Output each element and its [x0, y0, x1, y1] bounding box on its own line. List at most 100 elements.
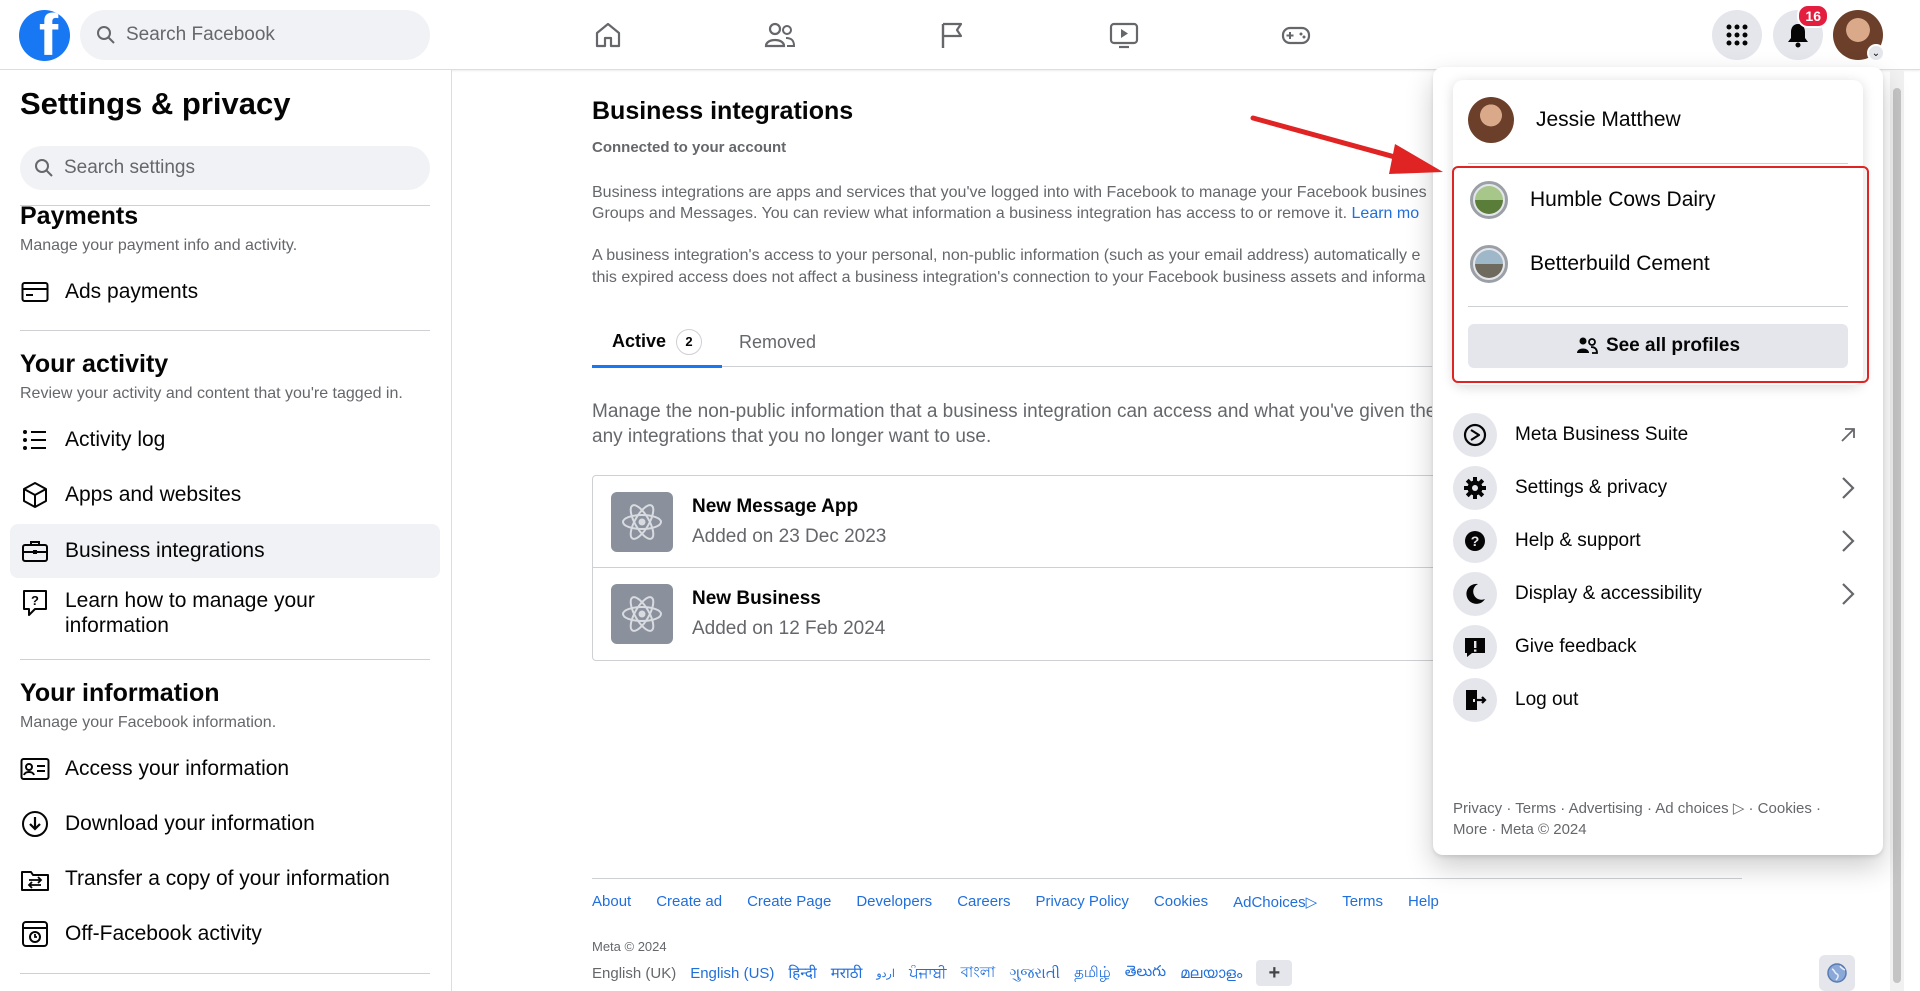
red-arrow-annotation [1250, 115, 1443, 174]
language-link[interactable]: தமிழ் [1074, 964, 1111, 983]
add-language-button[interactable]: + [1256, 960, 1293, 986]
chevron-right-icon [1837, 581, 1859, 607]
footer-link-careers[interactable]: Careers [957, 893, 1010, 911]
account-avatar-button[interactable]: ⌄ [1833, 10, 1885, 62]
home-icon [595, 22, 621, 48]
divider [20, 330, 430, 331]
menu-item-log-out[interactable]: Log out [1453, 672, 1863, 728]
atom-icon [611, 584, 673, 644]
menu-item-label: Settings & privacy [1515, 477, 1668, 498]
nav-friends-button[interactable] [758, 14, 802, 56]
learn-more-link[interactable]: Learn mo [1352, 205, 1420, 222]
current-language: English (UK) [592, 964, 677, 982]
sidebar-item-activity-log[interactable]: Activity log [10, 413, 440, 467]
nav-video-button[interactable] [1102, 14, 1146, 56]
page-title: Business integrations [592, 97, 854, 125]
integrations-description: Manage the non-public information that a… [592, 399, 1432, 449]
footer-link-developers[interactable]: Developers [856, 893, 932, 911]
sidebar-item-label: Apps and websites [65, 483, 242, 506]
language-link[interactable]: اردو [876, 967, 895, 980]
sidebar-item-off-facebook-activity[interactable]: Off-Facebook activity [10, 907, 440, 961]
search-settings-input[interactable] [64, 157, 404, 179]
flag-icon [941, 22, 963, 48]
menu-item-meta-business-suite[interactable]: Meta Business Suite [1453, 407, 1863, 463]
access-paragraph-line-1: A business integration's access to your … [592, 247, 1421, 264]
language-link[interactable]: తెలుగు [1125, 963, 1166, 984]
list-icon [20, 425, 50, 455]
search-icon [35, 159, 53, 177]
tab-label: Active [612, 331, 667, 351]
nav-home-button[interactable] [586, 14, 630, 56]
sidebar-item-learn-manage-info[interactable]: ? Learn how to manage your information [10, 580, 440, 650]
svg-text:?: ? [31, 593, 39, 608]
dropdown-footer-links[interactable]: Privacy · Terms · Advertising · Ad choic… [1453, 798, 1863, 819]
integration-row[interactable]: New Message App Added on 23 Dec 2023 [593, 476, 1436, 568]
footer-link-create-page[interactable]: Create Page [747, 893, 831, 911]
feedback-icon [1453, 625, 1497, 669]
menu-button[interactable] [1712, 10, 1762, 60]
footer-link-help[interactable]: Help [1408, 893, 1439, 911]
language-link[interactable]: ਪੰਜਾਬੀ [909, 965, 947, 982]
menu-item-display-accessibility[interactable]: Display & accessibility [1453, 566, 1863, 622]
footer-link-cookies[interactable]: Cookies [1154, 893, 1208, 911]
section-heading-your-information: Your information [20, 679, 220, 707]
dropdown-footer-more[interactable]: More · Meta © 2024 [1453, 819, 1863, 840]
section-subtitle-payments: Manage your payment info and activity. [20, 237, 298, 254]
sidebar-item-transfer-copy[interactable]: Transfer a copy of your information [10, 852, 440, 906]
atom-icon [611, 491, 673, 552]
integration-name: New Message App [692, 495, 859, 517]
svg-text:?: ? [1471, 533, 1480, 549]
scrollbar-thumb[interactable] [1893, 88, 1901, 983]
menu-item-settings-privacy[interactable]: Settings & privacy [1453, 460, 1863, 516]
footer-link-about[interactable]: About [592, 893, 631, 911]
section-subtitle-your-information: Manage your Facebook information. [20, 714, 277, 731]
question-icon: ? [1453, 519, 1497, 563]
description-line-1: Manage the non-public information that a… [592, 401, 1432, 422]
language-link[interactable]: ગુજરાતી [1009, 965, 1060, 982]
footer-link-privacy-policy[interactable]: Privacy Policy [1036, 893, 1129, 911]
facebook-logo[interactable]: f [19, 10, 70, 61]
tab-removed[interactable]: Removed [739, 318, 816, 366]
id-card-icon [20, 754, 50, 784]
intro-paragraph-text: Groups and Messages. You can review what… [592, 205, 1348, 222]
description-line-2: any integrations that you no longer want… [592, 426, 992, 447]
language-link[interactable]: हिन्दी [788, 963, 816, 983]
sidebar-item-label: Download your information [65, 812, 315, 835]
sidebar-item-download-information[interactable]: Download your information [10, 797, 440, 851]
search-settings-box[interactable] [20, 146, 430, 190]
globe-button[interactable] [1819, 955, 1855, 991]
integration-row[interactable]: New Business Added on 12 Feb 2024 [593, 568, 1436, 660]
language-link[interactable]: മലയാളം [1180, 965, 1242, 982]
menu-item-label: Display & accessibility [1515, 583, 1702, 604]
section-heading-payments: Payments [20, 202, 139, 230]
search-facebook-box[interactable] [80, 10, 430, 60]
notifications-button[interactable]: 16 [1773, 4, 1829, 60]
language-link[interactable]: मराठी [831, 963, 863, 983]
footer-link-terms[interactable]: Terms [1342, 893, 1383, 911]
tab-label: Removed [739, 331, 817, 352]
profile-row-user[interactable]: Jessie Matthew [1468, 97, 1681, 143]
nav-pages-button[interactable] [930, 14, 974, 56]
menu-item-give-feedback[interactable]: Give feedback [1453, 619, 1863, 675]
nav-gaming-button[interactable] [1274, 14, 1318, 56]
tab-active[interactable]: Active 2 [592, 318, 723, 368]
sidebar-item-ads-payments[interactable]: Ads payments [10, 265, 440, 319]
avatar [1468, 97, 1514, 143]
menu-item-help-support[interactable]: ? Help & support [1453, 513, 1863, 569]
logout-icon [1453, 678, 1497, 722]
sidebar-item-apps-and-websites[interactable]: Apps and websites [10, 468, 440, 522]
sidebar-item-label: Business integrations [65, 539, 265, 562]
sidebar-item-business-integrations[interactable]: Business integrations [10, 524, 440, 578]
sidebar-item-access-information[interactable]: Access your information [10, 742, 440, 796]
sidebar-item-label: Off-Facebook activity [65, 922, 262, 945]
transfer-icon [20, 864, 50, 894]
language-link[interactable]: বাংলা [961, 961, 996, 986]
dropdown-footer: Privacy · Terms · Advertising · Ad choic… [1453, 798, 1863, 840]
page-scrollbar[interactable] [1890, 70, 1904, 991]
language-link[interactable]: English (US) [690, 965, 774, 982]
footer-link-create-ad[interactable]: Create ad [656, 893, 722, 911]
search-facebook-input[interactable] [126, 24, 406, 46]
menu-item-label: Meta Business Suite [1515, 424, 1689, 445]
sidebar-item-label: Activity log [65, 428, 166, 451]
footer-link-adchoices[interactable]: AdChoices▷ [1233, 893, 1317, 911]
